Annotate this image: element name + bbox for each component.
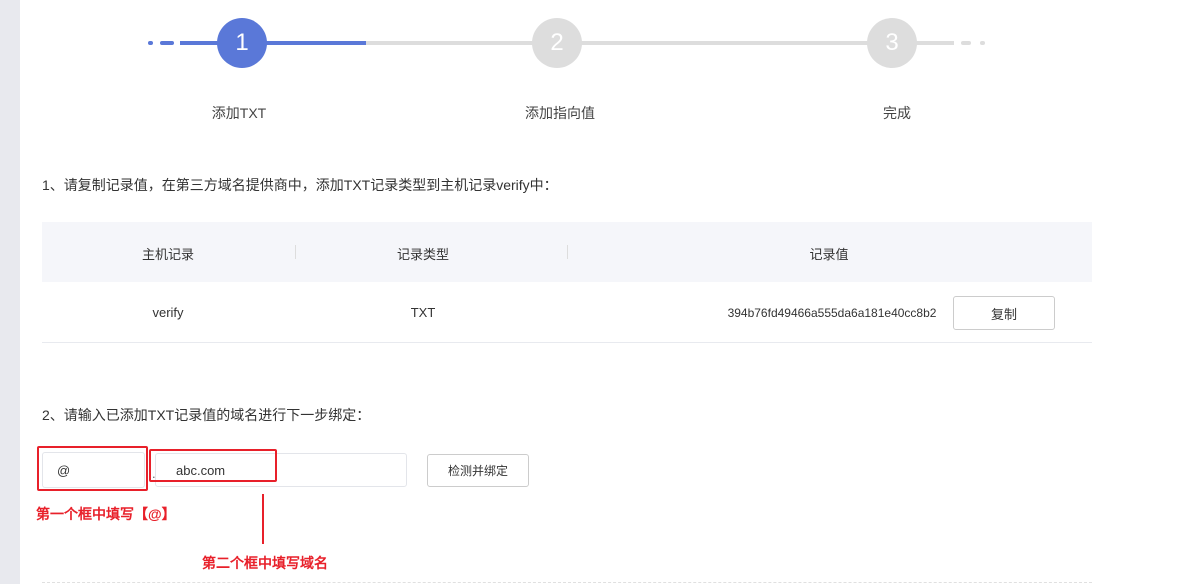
left-sidebar-strip [0,0,20,584]
instruction-bind-domain: 2、请输入已添加TXT记录值的域名进行下一步绑定： [42,407,371,423]
step-1-label: 添加TXT [211,105,267,121]
table-header: 主机记录 记录类型 记录值 [42,222,1092,282]
stepper-dot [961,41,971,45]
annotation-box-domain [149,449,277,482]
stepper-dot [160,41,174,45]
column-header-type: 记录类型 [396,247,449,262]
table-row: verify TXT 394b76fd49466a555da6a181e40cc… [42,282,1092,343]
step-3-circle: 3 [867,18,917,68]
cell-type: TXT [410,305,436,320]
stepper-pending-line [366,41,954,45]
instruction-copy-record: 1、请复制记录值，在第三方域名提供商中，添加TXT记录类型到主机记录verify… [42,177,558,193]
column-header-value: 记录值 [809,247,849,262]
step-2-circle: 2 [532,18,582,68]
stepper-progress-line [180,41,366,45]
annotation-second-box: 第二个框中填写域名 [202,555,328,571]
column-divider [567,245,568,259]
annotation-first-box: 第一个框中填写【@】 [36,506,176,522]
column-header-host: 主机记录 [141,247,194,262]
annotation-box-prefix [37,446,148,491]
step-1-circle: 1 [217,18,267,68]
copy-button[interactable]: 复制 [953,296,1055,330]
stepper-dot [980,41,985,45]
step-2-label: 添加指向值 [525,105,595,121]
column-divider [295,245,296,259]
check-and-bind-button[interactable]: 检测并绑定 [427,454,529,487]
step-3-label: 完成 [883,105,911,121]
cell-host: verify [152,305,184,320]
section-divider [42,582,1092,583]
stepper-dot [148,41,153,45]
cell-record-value: 394b76fd49466a555da6a181e40cc8b2 [727,306,937,320]
annotation-pointer-line [262,494,264,544]
